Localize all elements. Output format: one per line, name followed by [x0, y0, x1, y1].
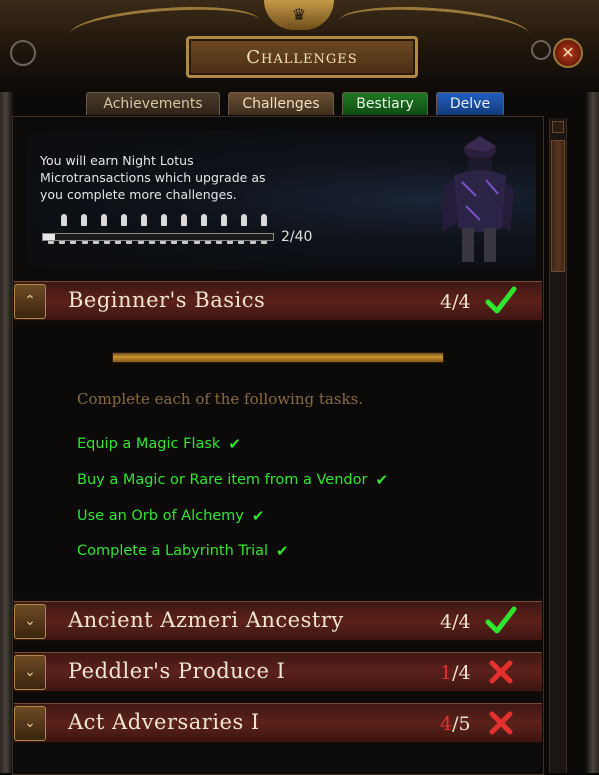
- challenge-progress: 4/4: [440, 291, 471, 313]
- tab-challenges[interactable]: Challenges: [228, 92, 334, 115]
- check-icon: [485, 606, 517, 634]
- tab-delve[interactable]: Delve: [436, 92, 504, 115]
- challenge-progress-done: 1: [440, 662, 453, 684]
- reward-notch: [181, 214, 187, 226]
- check-icon: ✔: [228, 435, 241, 453]
- task-label: Complete a Labyrinth Trial: [77, 543, 269, 559]
- reward-description: You will earn Night Lotus Microtransacti…: [40, 153, 266, 202]
- challenge-instructions: Complete each of the following tasks.: [77, 390, 364, 408]
- night-lotus-armour-figure: [442, 136, 514, 262]
- challenge-progress-total: /4: [452, 291, 471, 313]
- reward-notch: [241, 214, 247, 226]
- scrollbar-thumb[interactable]: [551, 140, 565, 272]
- tab-bar: Achievements Challenges Bestiary Delve: [86, 92, 504, 116]
- reward-notch: [141, 214, 147, 226]
- expand-button[interactable]: ⌄: [14, 706, 46, 741]
- chevron-up-icon: ⌃: [24, 293, 36, 309]
- challenge-title: Ancient Azmeri Ancestry: [68, 608, 344, 632]
- task-item: Equip a Magic Flask ✔: [77, 435, 241, 453]
- task-label: Use an Orb of Alchemy: [77, 508, 244, 524]
- expand-button[interactable]: ⌄: [14, 604, 46, 639]
- challenge-progress-done: 4: [440, 611, 453, 633]
- task-label: Buy a Magic or Rare item from a Vendor: [77, 472, 368, 488]
- chevron-down-icon: ⌄: [24, 664, 36, 680]
- reward-progress-bar: [42, 233, 274, 241]
- scroll-up-arrow[interactable]: [552, 121, 564, 133]
- expand-button[interactable]: ⌄: [14, 655, 46, 690]
- tab-bestiary[interactable]: Bestiary: [342, 92, 428, 115]
- reward-notch: [221, 214, 227, 226]
- check-icon: ✔: [276, 542, 289, 560]
- reward-notch: [101, 214, 107, 226]
- collapse-button[interactable]: ⌃: [14, 284, 46, 319]
- cross-icon: [489, 660, 513, 684]
- task-item: Complete a Labyrinth Trial ✔: [77, 542, 289, 560]
- challenge-row-ancient-azmeri-ancestry[interactable]: ⌄ Ancient Azmeri Ancestry 4/4: [14, 601, 542, 641]
- challenge-row-peddlers-produce[interactable]: ⌄ Peddler's Produce I 1/4: [14, 652, 542, 692]
- trophy-icon: ♛: [291, 5, 307, 24]
- challenge-progress: 1/4: [440, 662, 471, 684]
- reward-notch: [121, 214, 127, 226]
- window-title-plate: Challenges: [186, 36, 418, 78]
- challenge-title: Peddler's Produce I: [68, 659, 286, 683]
- challenge-progress-done: 4: [440, 713, 453, 735]
- chevron-down-icon: ⌄: [24, 613, 36, 629]
- challenge-progress: 4/4: [440, 611, 471, 633]
- details-divider: [112, 352, 444, 363]
- reward-notch: [201, 214, 207, 226]
- reward-notch: [261, 214, 267, 226]
- window-title: Challenges: [246, 46, 358, 68]
- reward-progress-count: 2/40: [281, 229, 313, 245]
- challenge-title: Beginner's Basics: [68, 288, 266, 312]
- check-icon: ✔: [375, 471, 389, 489]
- close-icon: ✕: [561, 43, 575, 62]
- task-item: Buy a Magic or Rare item from a Vendor ✔: [77, 471, 388, 489]
- ornament-ring-right: [531, 40, 551, 60]
- ornament-ring-left: [10, 40, 36, 66]
- check-icon: [485, 286, 517, 314]
- challenge-progress-total: /4: [452, 611, 471, 633]
- challenge-progress-done: 4: [440, 291, 453, 313]
- challenge-row-beginners-basics[interactable]: ⌃ Beginner's Basics 4/4: [14, 281, 542, 321]
- challenge-progress: 4/5: [440, 713, 471, 735]
- close-button[interactable]: ✕: [553, 38, 583, 68]
- reward-notch: [161, 214, 167, 226]
- task-item: Use an Orb of Alchemy ✔: [77, 507, 264, 525]
- challenge-title: Act Adversaries I: [68, 710, 260, 734]
- tab-achievements[interactable]: Achievements: [86, 92, 220, 115]
- reward-notch: [61, 214, 67, 226]
- task-label: Equip a Magic Flask: [77, 436, 221, 452]
- reward-progress-fill: [43, 234, 55, 240]
- cross-icon: [489, 711, 513, 735]
- reward-notch: [81, 214, 87, 226]
- challenge-progress-total: /5: [452, 713, 471, 735]
- check-icon: ✔: [251, 507, 265, 525]
- challenge-progress-total: /4: [452, 662, 471, 684]
- chevron-down-icon: ⌄: [24, 715, 36, 731]
- challenge-row-act-adversaries[interactable]: ⌄ Act Adversaries I 4/5: [14, 703, 542, 743]
